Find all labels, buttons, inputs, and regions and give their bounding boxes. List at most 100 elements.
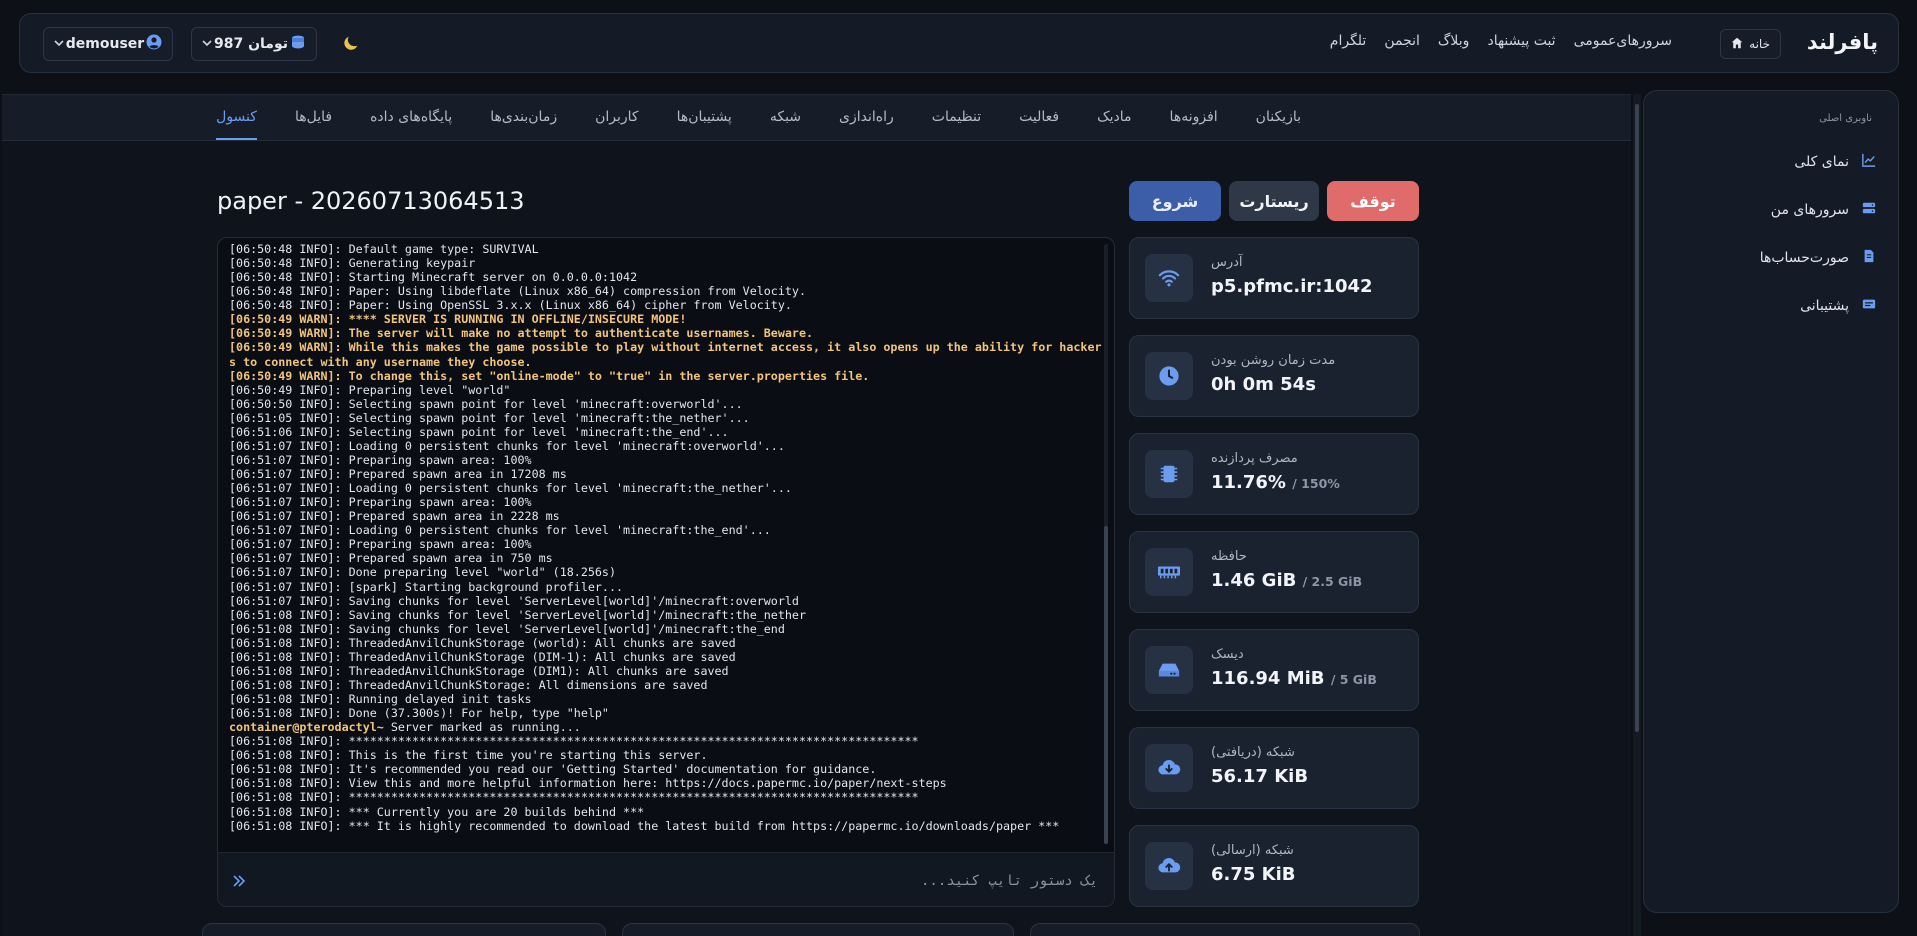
stat-value-limit: / 5 GiB: [1330, 672, 1377, 687]
server-icon: [1862, 201, 1876, 219]
chevrons-right-icon: [232, 873, 246, 892]
stat-label: حافظه: [1211, 549, 1247, 564]
sidebar-item-my-servers[interactable]: سرورهای من: [1771, 201, 1876, 219]
stat-card: مدت زمان روشن بودن 0h 0m 54s: [1129, 335, 1419, 417]
console-line: [06:51:08 INFO]: View this and more help…: [229, 776, 947, 791]
tab-item[interactable]: کنسول: [216, 109, 257, 140]
tab-item[interactable]: تنظیمات: [932, 109, 981, 140]
invoice-icon: [1862, 249, 1876, 267]
console-line: [06:51:08 INFO]: ***********************…: [229, 790, 919, 805]
user-avatar-icon: [146, 34, 162, 54]
stop-button[interactable]: توقف: [1327, 181, 1419, 221]
sidebar-item-label: پشتیبانی: [1800, 298, 1849, 314]
console-line: [06:50:48 INFO]: Starting Minecraft serv…: [229, 270, 638, 285]
wallet-balance: 987 تومان: [213, 36, 289, 52]
tab-item[interactable]: مادیک: [1097, 109, 1131, 140]
console-line: [06:51:08 INFO]: ThreadedAnvilChunkStora…: [229, 635, 736, 650]
nav-submit-suggestion[interactable]: ثبت پیشنهاد: [1487, 33, 1555, 49]
console-line: [06:51:08 INFO]: This is the first time …: [229, 748, 708, 763]
console-line: [06:51:08 INFO]: Saving chunks for level…: [229, 621, 785, 636]
stat-label: مصرف پردازنده: [1211, 451, 1298, 466]
stat-label: دیسک: [1211, 647, 1244, 662]
bottom-card: [202, 923, 606, 936]
console-line: container@pterodactyl~ Server marked as …: [229, 720, 1104, 734]
start-button[interactable]: شروع: [1129, 181, 1221, 221]
sidebar-item-support[interactable]: پشتیبانی: [1800, 297, 1876, 315]
tab-item[interactable]: شبکه: [770, 109, 801, 140]
console-line: [06:51:08 INFO]: ***********************…: [229, 734, 919, 749]
console-line: [06:51:08 INFO]: Done (37.300s)! For hel…: [229, 706, 609, 721]
console-line: [06:51:08 INFO]: It's recommended you re…: [229, 762, 877, 777]
wifi-icon: [1145, 254, 1193, 302]
console-line: [06:51:07 INFO]: Preparing spawn area: 1…: [229, 537, 532, 552]
main-content: بازیکنان افزونه‌ها مادیک فعالیت تنظیمات راه‌ا…: [2, 94, 1631, 936]
nav-public-servers[interactable]: سرورهای‌عمومی: [1574, 33, 1672, 49]
tab-item[interactable]: کاربران: [595, 109, 638, 140]
tab-item[interactable]: راه‌اندازی: [839, 109, 894, 140]
stat-card: حافظه 1.46 GiB / 2.5 GiB: [1129, 531, 1419, 613]
cloud-upload-icon: [1145, 842, 1193, 890]
stat-label: شبکه (دریافتی): [1211, 745, 1295, 760]
chart-icon: [1862, 153, 1876, 171]
console-line: [06:51:08 INFO]: *** Currently you are 2…: [229, 804, 645, 819]
console-line: [06:51:05 INFO]: Selecting spawn point f…: [229, 410, 750, 425]
console-line: [06:51:07 INFO]: Loading 0 persistent ch…: [229, 438, 785, 453]
server-tabs-bar: بازیکنان افزونه‌ها مادیک فعالیت تنظیمات راه‌ا…: [2, 95, 1631, 141]
home-icon: [1731, 37, 1743, 52]
nav-telegram[interactable]: تلگرام: [1330, 33, 1367, 49]
console-line: [06:51:08 INFO]: Running delayed init ta…: [229, 692, 532, 706]
home-button[interactable]: خانه: [1720, 29, 1781, 59]
cpu-icon: [1145, 450, 1193, 498]
stat-label: شبکه (ارسالی): [1211, 843, 1294, 858]
stat-value-main: 11.76%: [1211, 472, 1286, 493]
stat-value-limit: / 2.5 GiB: [1302, 574, 1363, 589]
tab-item[interactable]: بازیکنان: [1256, 109, 1301, 140]
tab-item[interactable]: پایگاه‌های داده: [370, 109, 452, 140]
disk-icon: [1145, 646, 1193, 694]
tab-item[interactable]: فایل‌ها: [295, 109, 332, 140]
console-line: [06:51:08 INFO]: Saving chunks for level…: [229, 607, 806, 622]
sidebar-item-invoices[interactable]: صورت‌حساب‌ها: [1760, 249, 1876, 267]
tab-item[interactable]: پشتیبان‌ها: [677, 109, 732, 140]
console-line: [06:50:49 INFO]: Preparing level "world": [229, 382, 511, 397]
page-scrollbar-thumb[interactable]: [1635, 104, 1639, 732]
console-command-input[interactable]: [258, 869, 1098, 893]
theme-toggle-moon-icon[interactable]: [342, 34, 360, 56]
bottom-card: [1030, 923, 1420, 936]
bottom-card: [622, 923, 1014, 936]
tab-item[interactable]: افزونه‌ها: [1170, 109, 1218, 140]
console-line: [06:51:07 INFO]: Prepared spawn area in …: [229, 509, 560, 524]
stat-value: 1.46 GiB / 2.5 GiB: [1211, 570, 1362, 591]
console-line: [06:50:48 INFO]: Paper: Using OpenSSL 3.…: [229, 298, 792, 313]
sidebar-item-overview[interactable]: نمای کلی: [1794, 153, 1876, 171]
console-output[interactable]: [06:50:48 INFO]: Default game type: SURV…: [218, 238, 1114, 852]
page-scrollbar[interactable]: [1633, 94, 1641, 936]
stat-value-main: 56.17 KiB: [1211, 766, 1309, 787]
username: demouser: [65, 36, 145, 52]
chevron-down-icon: [54, 36, 64, 52]
nav-blog[interactable]: وبلاگ: [1438, 33, 1470, 49]
stat-card: شبکه (ارسالی) 6.75 KiB: [1129, 825, 1419, 907]
home-label: خانه: [1749, 37, 1770, 51]
console-line: [06:50:48 INFO]: Default game type: SURV…: [229, 242, 539, 256]
top-navbar: پافرلند خانه سرورهای‌عمومی ثبت پیشنهاد و…: [19, 13, 1899, 73]
sidebar-item-label: سرورهای من: [1770, 202, 1849, 218]
stat-value: 11.76% / 150%: [1211, 472, 1340, 493]
console-scrollbar-thumb[interactable]: [1104, 526, 1108, 844]
wallet-button[interactable]: 987 تومان: [191, 27, 317, 61]
stat-card: آدرس p5.pfmc.ir:1042: [1129, 237, 1419, 319]
stat-value: 116.94 MiB / 5 GiB: [1211, 668, 1377, 689]
tab-item[interactable]: زمان‌بندی‌ها: [490, 109, 557, 140]
stat-value-limit: / 150%: [1292, 476, 1340, 491]
console-line: [06:51:08 INFO]: ThreadedAnvilChunkStora…: [229, 663, 729, 678]
coins-icon: [290, 34, 306, 54]
nav-forum[interactable]: انجمن: [1384, 33, 1420, 49]
sidebar-heading: ناوبری اصلی: [1819, 113, 1872, 124]
console-line: [06:51:07 INFO]: Loading 0 persistent ch…: [229, 481, 792, 496]
user-menu-button[interactable]: demouser: [43, 27, 173, 61]
console-line: [06:51:07 INFO]: Preparing spawn area: 1…: [229, 452, 532, 467]
brand-logo[interactable]: پافرلند: [1807, 30, 1878, 54]
console-line-text: Server marked as running...: [390, 720, 581, 735]
tab-item[interactable]: فعالیت: [1019, 109, 1059, 140]
restart-button[interactable]: ریستارت: [1229, 181, 1319, 221]
